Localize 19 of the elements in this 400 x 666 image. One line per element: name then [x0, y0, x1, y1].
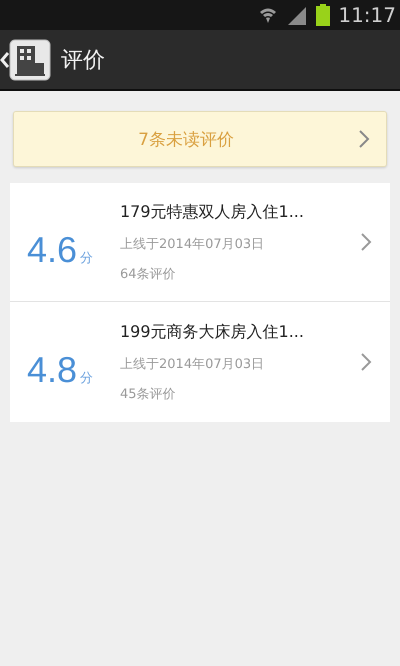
online-date: 上线于2014年07月03日	[120, 236, 266, 252]
signal-icon	[286, 5, 308, 25]
review-count: 45条评价	[120, 386, 177, 402]
battery-icon	[316, 4, 330, 26]
score-unit: 分	[80, 370, 94, 387]
screen-title: 评价	[61, 46, 105, 74]
rating-score: 4.8	[26, 349, 78, 391]
chevron-icon	[360, 352, 372, 372]
chevron-icon	[360, 232, 372, 252]
building-icon	[9, 38, 51, 80]
offer-title[interactable]: 199元商务大床房入住1...	[120, 322, 360, 342]
online-date: 上线于2014年07月03日	[120, 356, 266, 372]
clock-time: 11:17	[338, 3, 396, 27]
chevron-icon	[358, 129, 370, 149]
rating-score: 4.6	[26, 229, 78, 271]
offer-title[interactable]: 179元特惠双人房入住1...	[120, 202, 360, 222]
back-icon[interactable]	[0, 52, 9, 68]
score-unit: 分	[80, 250, 94, 267]
review-count: 64条评价	[120, 266, 177, 282]
